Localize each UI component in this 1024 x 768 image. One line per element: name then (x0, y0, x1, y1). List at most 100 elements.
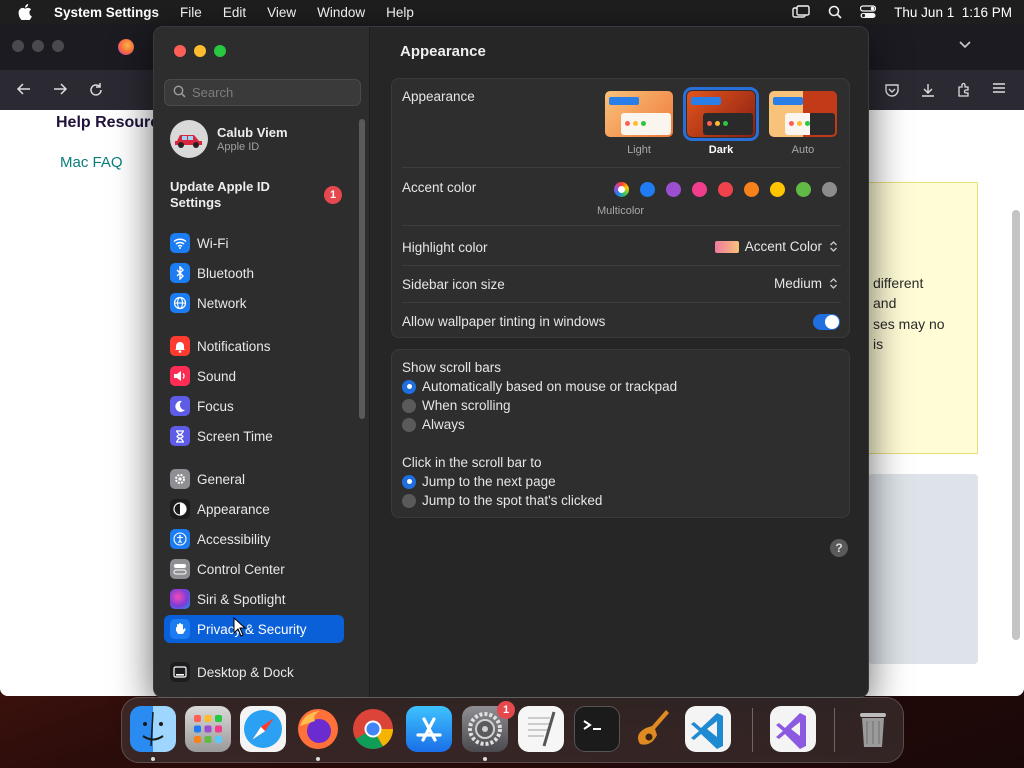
accent-color-swatches (614, 182, 844, 198)
chevron-down-icon[interactable] (958, 38, 972, 53)
hourglass-icon (170, 426, 190, 446)
accent-swatch-blue[interactable] (640, 182, 655, 197)
appearance-option-auto[interactable] (769, 91, 837, 137)
radio-scroll-automatic[interactable]: Automatically based on mouse or trackpad (402, 379, 677, 394)
sidebar-item-label: Network (197, 295, 247, 311)
accent-swatch-red[interactable] (718, 182, 733, 197)
sidebar-scrollbar[interactable] (359, 119, 365, 419)
radio-label: Always (422, 417, 465, 432)
hand-icon (170, 619, 190, 639)
sidebar-item-control-center[interactable]: Control Center (164, 555, 344, 583)
sidebar-item-siri-spotlight[interactable]: Siri & Spotlight (164, 585, 344, 613)
sidebar-item-sound[interactable]: Sound (164, 362, 344, 390)
sidebar-item-network[interactable]: Network (164, 289, 344, 317)
apple-menu-icon[interactable] (18, 4, 34, 20)
radio-button[interactable] (402, 398, 416, 413)
sidebar-item-desktop-dock[interactable]: Desktop & Dock (164, 658, 344, 686)
pocket-icon[interactable] (884, 82, 900, 101)
gear-icon (170, 469, 190, 489)
firefox-icon[interactable] (295, 706, 341, 752)
sidebar-item-accessibility[interactable]: Accessibility (164, 525, 344, 553)
menu-file[interactable]: File (180, 5, 202, 20)
trash-icon[interactable] (850, 706, 896, 752)
dock-icon (170, 662, 190, 682)
search-input[interactable] (192, 85, 352, 100)
garageband-icon[interactable] (630, 706, 676, 752)
menu-help[interactable]: Help (386, 5, 414, 20)
menu-view[interactable]: View (267, 5, 296, 20)
safari-icon[interactable] (240, 706, 286, 752)
sidebar-icon-size-popup[interactable]: Medium (774, 276, 839, 291)
appearance-option-label: Dark (708, 144, 734, 156)
sidebar-item-wifi[interactable]: Wi-Fi (164, 229, 344, 257)
sidebar-item-focus[interactable]: Focus (164, 392, 344, 420)
terminal-icon[interactable] (574, 706, 620, 752)
textedit-icon[interactable] (518, 706, 564, 752)
accent-swatch-multicolor[interactable] (614, 182, 629, 197)
sidebar-item-label: General (197, 471, 246, 487)
radio-button[interactable] (402, 417, 416, 432)
accent-swatch-pink[interactable] (692, 182, 707, 197)
page-scrollbar[interactable] (1012, 210, 1020, 640)
firefox-tab-icon[interactable] (118, 39, 134, 55)
forward-icon[interactable] (52, 82, 68, 99)
radio-button[interactable] (402, 474, 416, 489)
extensions-icon[interactable] (956, 82, 972, 101)
download-icon[interactable] (920, 82, 936, 101)
radio-button[interactable] (402, 379, 416, 394)
accent-swatch-graphite[interactable] (822, 182, 837, 197)
divider (402, 225, 841, 226)
menu-edit[interactable]: Edit (223, 5, 246, 20)
update-apple-id-item[interactable]: Update Apple ID Settings 1 (170, 179, 342, 211)
accent-swatch-purple[interactable] (666, 182, 681, 197)
mac-faq-link[interactable]: Mac FAQ (60, 154, 123, 171)
info-box (868, 474, 978, 664)
radio-scroll-always[interactable]: Always (402, 417, 465, 432)
reload-icon[interactable] (88, 82, 104, 101)
finder-icon[interactable] (130, 706, 176, 752)
chrome-icon[interactable] (350, 706, 396, 752)
speaker-icon (170, 366, 190, 386)
menu-app-name[interactable]: System Settings (54, 5, 159, 20)
accent-swatch-green[interactable] (796, 182, 811, 197)
sidebar-item-label: Control Center (197, 561, 285, 577)
screen-mirroring-icon[interactable] (792, 5, 810, 19)
divider (402, 302, 841, 303)
sidebar-item-screen-time[interactable]: Screen Time (164, 422, 344, 450)
radio-scroll-when-scrolling[interactable]: When scrolling (402, 398, 511, 413)
clock[interactable]: Thu Jun 1 1:16 PM (894, 5, 1012, 20)
hamburger-menu-icon[interactable] (992, 82, 1006, 97)
app-store-icon[interactable] (406, 706, 452, 752)
sidebar-item-notifications[interactable]: Notifications (164, 332, 344, 360)
radio-jump-to-spot[interactable]: Jump to the spot that's clicked (402, 493, 602, 508)
apple-id-profile[interactable]: Calub Viem Apple ID (170, 120, 288, 158)
sidebar-item-label: Notifications (197, 338, 271, 354)
help-button[interactable]: ? (830, 539, 848, 557)
minimize-button[interactable] (194, 45, 206, 57)
appearance-icon (170, 499, 190, 519)
running-indicator (316, 757, 320, 761)
sidebar-item-appearance[interactable]: Appearance (164, 495, 344, 523)
search-field[interactable] (164, 79, 361, 106)
close-button[interactable] (174, 45, 186, 57)
search-icon[interactable] (828, 5, 842, 19)
zoom-button[interactable] (214, 45, 226, 57)
menu-window[interactable]: Window (317, 5, 365, 20)
radio-button[interactable] (402, 493, 416, 508)
sidebar-item-label: Wi-Fi (197, 235, 229, 251)
visual-studio-icon[interactable] (770, 706, 816, 752)
accent-swatch-orange[interactable] (744, 182, 759, 197)
sidebar-item-privacy-security[interactable]: Privacy & Security (164, 615, 344, 643)
sidebar-item-general[interactable]: General (164, 465, 344, 493)
vscode-icon[interactable] (685, 706, 731, 752)
back-icon[interactable] (16, 82, 32, 99)
highlight-color-popup[interactable]: Accent Color (714, 239, 839, 254)
radio-jump-next-page[interactable]: Jump to the next page (402, 474, 556, 489)
launchpad-icon[interactable] (185, 706, 231, 752)
control-center-menu-icon[interactable] (860, 5, 877, 19)
accent-swatch-yellow[interactable] (770, 182, 785, 197)
sidebar-item-bluetooth[interactable]: Bluetooth (164, 259, 344, 287)
wallpaper-tinting-toggle[interactable] (813, 314, 840, 330)
appearance-option-light[interactable] (605, 91, 673, 137)
appearance-option-dark[interactable] (683, 87, 759, 141)
